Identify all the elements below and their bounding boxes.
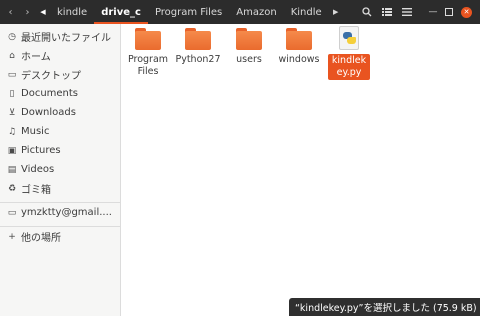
clock-icon: ◷ xyxy=(8,31,16,42)
search-button[interactable] xyxy=(357,0,377,24)
desktop-icon: ▭ xyxy=(7,69,17,80)
video-icon: ▤ xyxy=(7,164,17,175)
breadcrumb-scroll-left-button[interactable]: ◀ xyxy=(36,0,50,24)
folder-icon xyxy=(135,28,161,50)
file-label: windows xyxy=(278,54,320,65)
file-label: kindlekey.py xyxy=(328,54,370,80)
sidebar-item-videos[interactable]: ▤ Videos xyxy=(0,160,121,179)
sidebar-item-documents[interactable]: ▯ Documents xyxy=(0,84,121,103)
sidebar-item-pictures[interactable]: ▣ Pictures xyxy=(0,141,121,160)
sidebar-item-label: Documents xyxy=(21,88,79,99)
drive-icon: ▭ xyxy=(7,207,17,218)
file-item-python27[interactable]: Python27 xyxy=(173,24,223,66)
sidebar-item-label: ゴミ箱 xyxy=(21,185,51,196)
minimize-icon: — xyxy=(428,7,438,17)
trash-icon: ♻ xyxy=(7,183,17,194)
header-bar: ‹ › ◀ kindle drive_c Program Files Amazo… xyxy=(0,0,480,24)
list-view-button[interactable] xyxy=(377,0,397,24)
file-item-windows[interactable]: windows xyxy=(274,24,324,66)
sidebar-item-label: Videos xyxy=(21,164,55,175)
sidebar-item-label: デスクトップ xyxy=(21,71,81,82)
breadcrumb-scroll-right-button[interactable]: ▶ xyxy=(329,0,343,24)
chevron-left-icon: ‹ xyxy=(8,6,13,18)
close-button[interactable]: ✕ xyxy=(461,6,472,18)
minimize-button[interactable]: — xyxy=(425,0,441,24)
list-view-icon xyxy=(382,8,392,16)
sidebar-item-trash[interactable]: ♻ ゴミ箱 xyxy=(0,179,121,198)
music-icon: ♫ xyxy=(7,126,17,137)
sidebar-item-home[interactable]: ⌂ ホーム xyxy=(0,46,121,65)
file-label: Program Files xyxy=(127,54,169,77)
breadcrumb-kindle[interactable]: kindle xyxy=(50,0,94,24)
file-item-kindlekey-py[interactable]: kindlekey.py xyxy=(324,24,374,80)
file-item-program-files[interactable]: Program Files xyxy=(123,24,173,78)
breadcrumb-amazon[interactable]: Amazon xyxy=(229,0,283,24)
folder-icon xyxy=(286,28,312,50)
sidebar-item-label: 他の場所 xyxy=(21,233,61,244)
document-icon: ▯ xyxy=(9,88,15,99)
plus-icon: + xyxy=(8,231,16,242)
sidebar-item-label: ymzktty@gmail.... xyxy=(21,207,112,218)
file-view: Program Files Python27 users windows kin… xyxy=(121,24,480,316)
home-icon: ⌂ xyxy=(9,50,15,61)
breadcrumb-drive-c[interactable]: drive_c xyxy=(94,0,148,24)
triangle-right-icon: ▶ xyxy=(332,8,339,16)
file-label: users xyxy=(236,54,262,65)
search-icon xyxy=(362,7,372,17)
status-bar: “kindlekey.py”を選択しました (75.9 kB) xyxy=(289,298,480,316)
maximize-icon xyxy=(445,8,453,16)
sidebar-item-other-locations[interactable]: + 他の場所 xyxy=(0,227,121,246)
sidebar-item-music[interactable]: ♫ Music xyxy=(0,122,121,141)
picture-icon: ▣ xyxy=(7,145,17,156)
sidebar-item-label: Music xyxy=(21,126,50,137)
download-icon: ⊻ xyxy=(8,107,16,118)
folder-icon xyxy=(236,28,262,50)
back-button[interactable]: ‹ xyxy=(2,0,19,24)
sidebar-item-label: 最近開いたファイル xyxy=(21,33,111,44)
sidebar: ◷ 最近開いたファイル ⌂ ホーム ▭ デスクトップ ▯ Documents ⊻… xyxy=(0,24,121,316)
header-tools: — ✕ xyxy=(357,0,480,24)
sidebar-item-desktop[interactable]: ▭ デスクトップ xyxy=(0,65,121,84)
sidebar-item-label: Downloads xyxy=(21,107,76,118)
python-file-icon xyxy=(339,26,359,50)
sidebar-item-downloads[interactable]: ⊻ Downloads xyxy=(0,103,121,122)
breadcrumb-program-files[interactable]: Program Files xyxy=(148,0,229,24)
menu-icon xyxy=(402,8,412,16)
chevron-right-icon: › xyxy=(25,6,30,18)
sidebar-item-recent[interactable]: ◷ 最近開いたファイル xyxy=(0,27,121,46)
sidebar-item-account[interactable]: ▭ ymzktty@gmail.... xyxy=(0,203,121,222)
maximize-button[interactable] xyxy=(441,0,457,24)
forward-button[interactable]: › xyxy=(19,0,36,24)
file-item-users[interactable]: users xyxy=(224,24,274,66)
close-icon: ✕ xyxy=(463,8,470,16)
menu-button[interactable] xyxy=(397,0,417,24)
triangle-left-icon: ◀ xyxy=(40,8,46,16)
file-label: Python27 xyxy=(175,54,221,65)
breadcrumb-kindle-2[interactable]: Kindle xyxy=(284,0,329,24)
sidebar-item-label: ホーム xyxy=(21,52,51,63)
folder-icon xyxy=(185,28,211,50)
sidebar-item-label: Pictures xyxy=(21,145,61,156)
